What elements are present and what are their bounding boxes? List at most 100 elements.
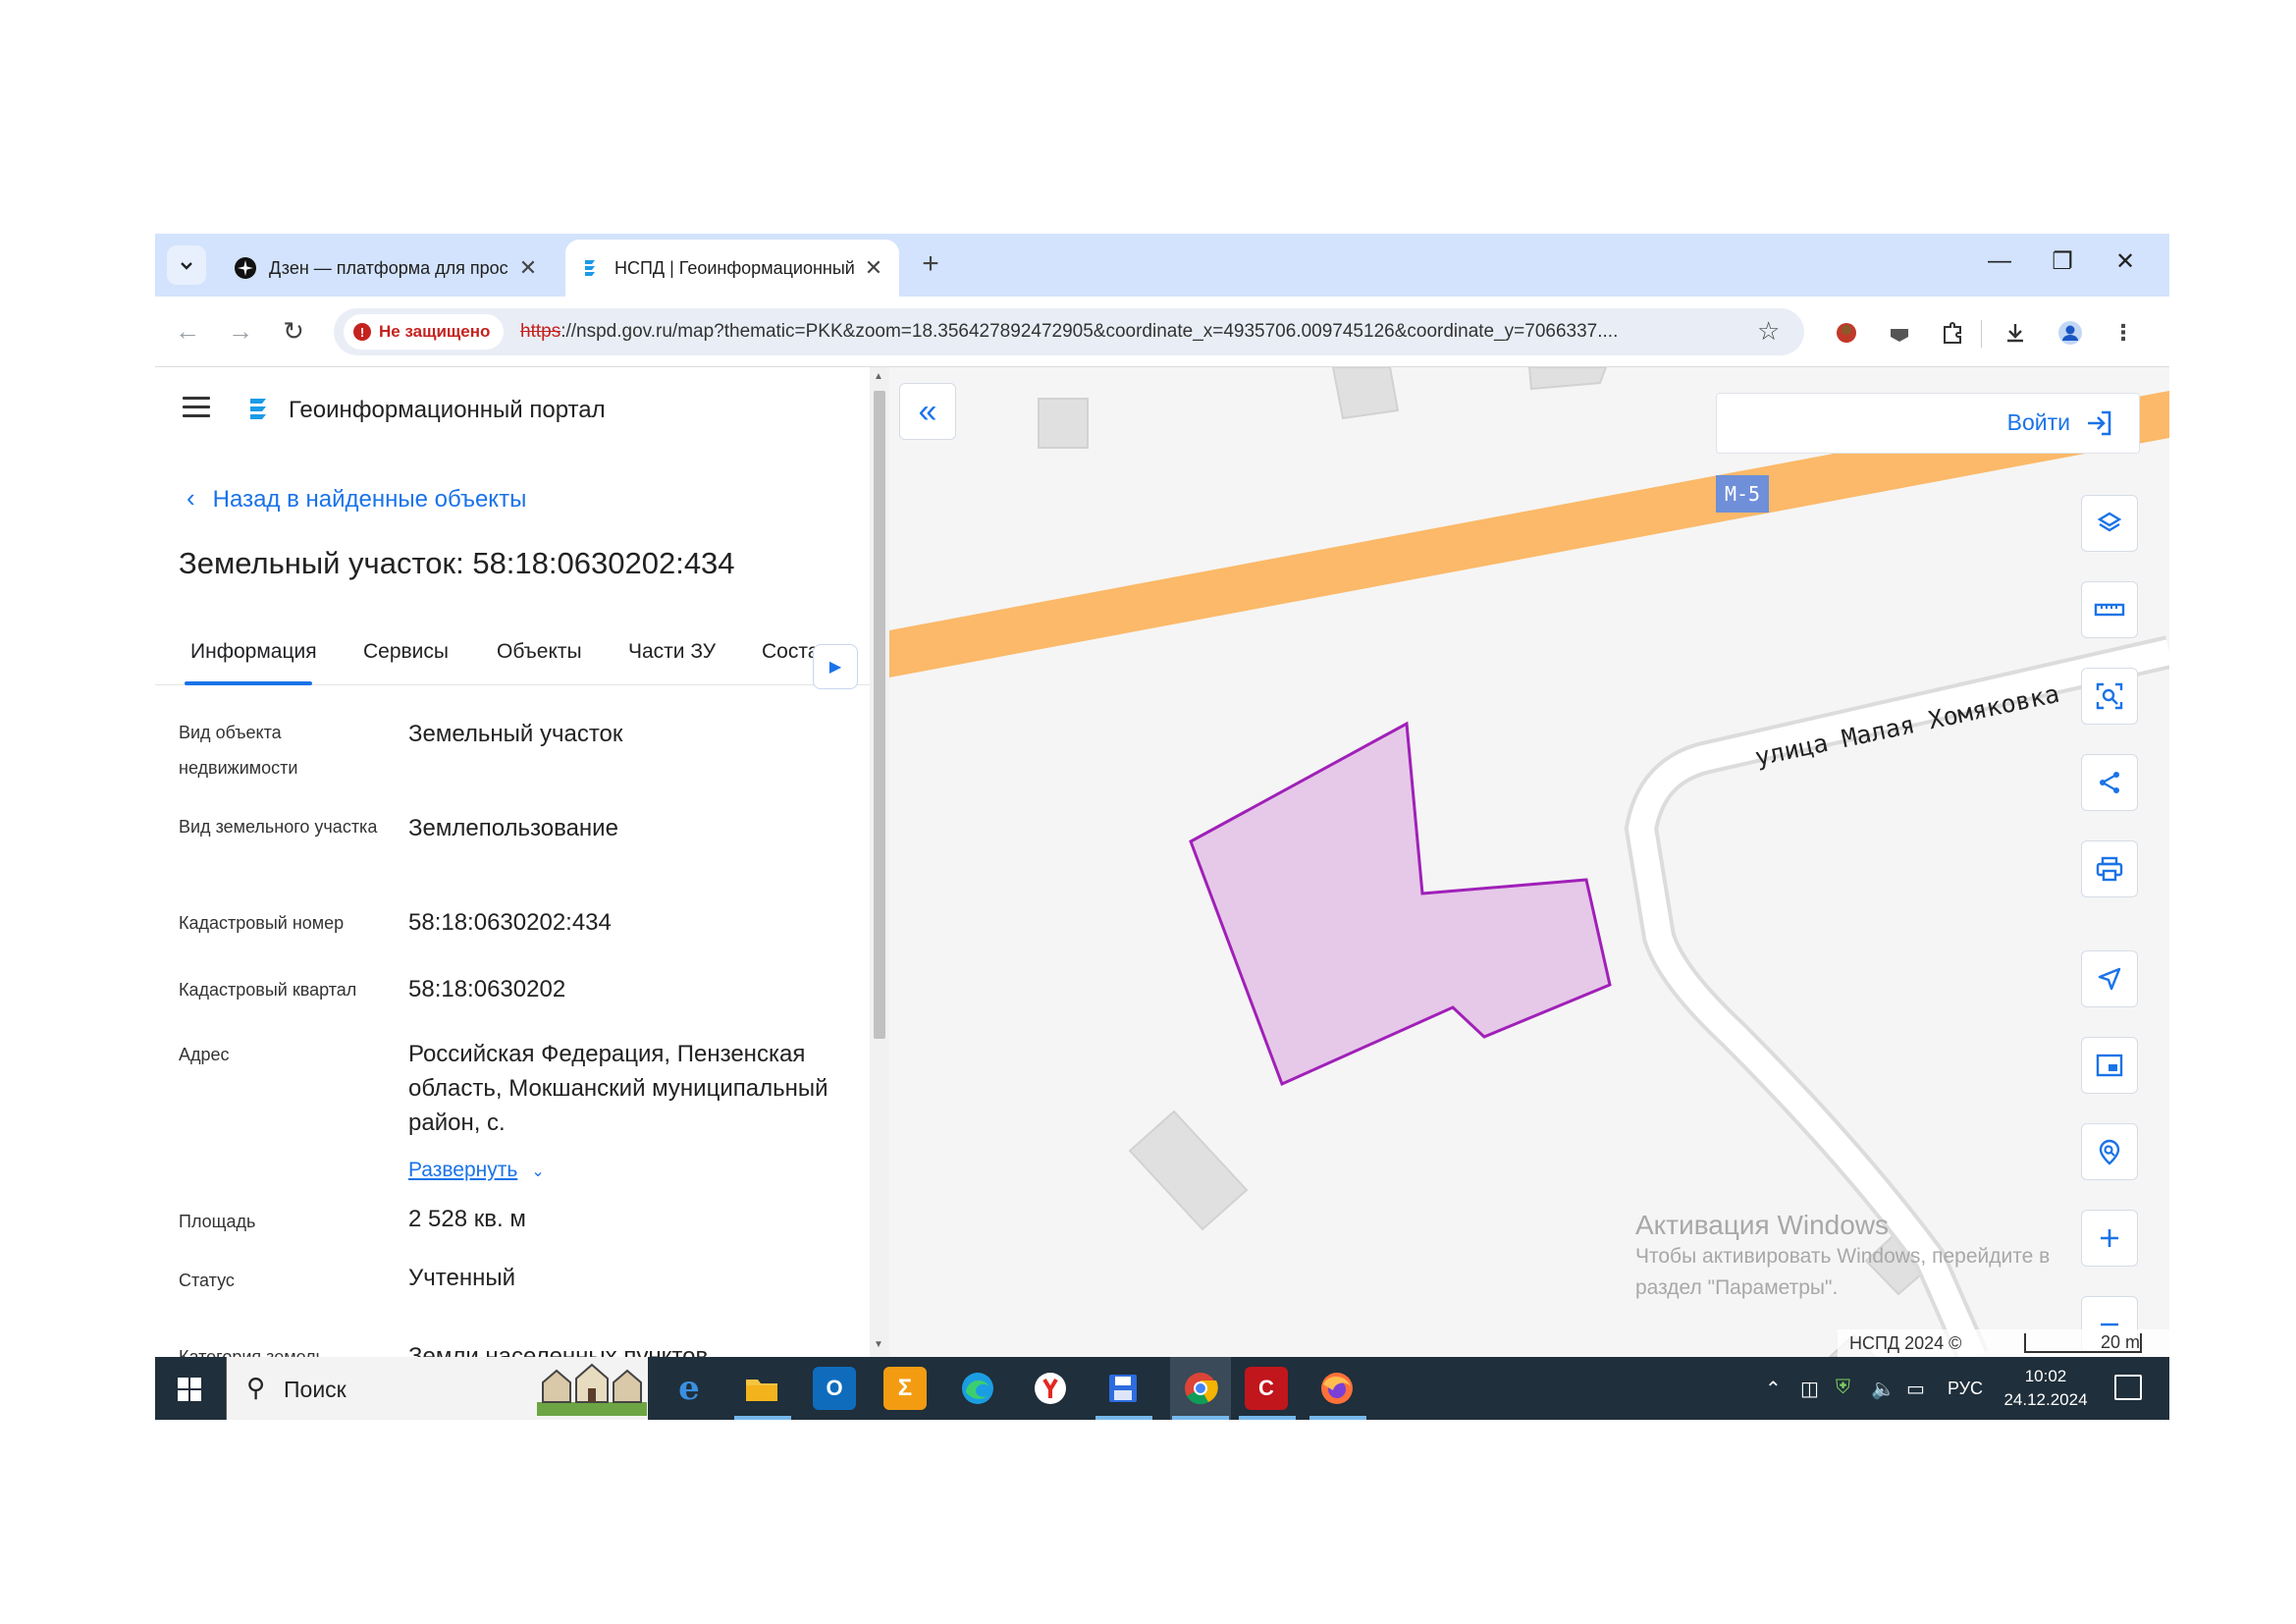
login-icon[interactable] <box>2084 407 2115 439</box>
restore-icon[interactable]: ❐ <box>2048 247 2077 276</box>
taskbar-search-box[interactable]: ⚲ Поиск <box>226 1357 648 1420</box>
building <box>1038 398 1089 449</box>
watermark-line: раздел "Параметры". <box>1635 1276 1839 1299</box>
security-chip[interactable]: ! Не защищено <box>344 314 505 350</box>
row-label: Статус <box>179 1271 235 1290</box>
plus-icon: + <box>922 247 939 280</box>
yandex-browser-icon[interactable] <box>1029 1367 1072 1410</box>
address-bar[interactable]: ! Не защищено https://nspd.gov.ru/map?th… <box>334 308 1804 355</box>
object-info-panel: Геоинформационный портал ‹ Назад в найден… <box>155 367 870 1357</box>
watermark-line: Чтобы активировать Windows, перейдите в <box>1635 1245 2051 1268</box>
layers-icon <box>2097 512 2122 532</box>
scroll-up-icon[interactable]: ▲ <box>874 371 883 382</box>
geo-search-button[interactable] <box>2081 1123 2138 1180</box>
outlook-icon[interactable]: O <box>813 1367 856 1410</box>
save-app-icon[interactable] <box>1101 1367 1145 1410</box>
browser-tab-nspd[interactable]: НСПД | Геоинформационный портал ✕ <box>565 240 899 297</box>
expand-address-link[interactable]: Развернуть ⌄ <box>408 1159 545 1182</box>
hamburger-menu-icon[interactable] <box>183 397 210 423</box>
collapse-panel-button[interactable]: « <box>899 383 956 440</box>
tab-objects[interactable]: Объекты <box>497 640 582 664</box>
extension-icon[interactable] <box>1832 318 1861 348</box>
notification-center-icon[interactable] <box>2114 1375 2142 1400</box>
layers-button[interactable] <box>2081 495 2138 552</box>
row-value: 2 528 кв. м <box>408 1206 526 1232</box>
minimap-icon <box>2096 1054 2123 1077</box>
tray-app-icon[interactable]: ◫ <box>1800 1377 1819 1401</box>
internet-explorer-icon[interactable]: e <box>667 1367 711 1410</box>
star-icon[interactable]: ☆ <box>1757 316 1780 347</box>
language-indicator[interactable]: РУС <box>1948 1379 1983 1399</box>
page-title: Земельный участок: 58:18:0630202:434 <box>179 546 735 580</box>
file-explorer-icon[interactable] <box>740 1367 783 1410</box>
firefox-icon[interactable] <box>1315 1367 1359 1410</box>
windows-taskbar: ⚲ Поиск e O Σ C ⌃ ◫ ⛨ 🔈 ▭ РУС 10:02 24.1… <box>155 1357 2169 1420</box>
back-to-results-link[interactable]: ‹ Назад в найденные объекты <box>187 483 526 514</box>
profile-icon[interactable] <box>2056 318 2085 348</box>
sigma-app-icon[interactable]: Σ <box>883 1367 927 1410</box>
row-label: Кадастровый номер <box>179 913 345 933</box>
area-search-icon <box>2096 682 2123 710</box>
area-select-button[interactable] <box>2081 668 2138 725</box>
download-icon[interactable] <box>2001 318 2030 348</box>
row-label: Площадь <box>179 1212 256 1231</box>
share-button[interactable] <box>2081 754 2138 811</box>
tab-title: НСПД | Геоинформационный портал <box>614 257 854 278</box>
close-icon[interactable]: ✕ <box>862 255 885 281</box>
new-tab-button[interactable]: + <box>913 247 948 281</box>
reload-icon[interactable]: ↻ <box>277 316 310 347</box>
search-highlight-houses-icon <box>537 1363 647 1416</box>
minimize-icon[interactable]: — <box>1985 247 2014 275</box>
extension-icon[interactable] <box>1885 318 1914 348</box>
portal-title: Геоинформационный портал <box>289 397 606 423</box>
map-view[interactable]: улица Малая Хомяковка « Войти M-5 Актива… <box>889 367 2169 1357</box>
windows-start-icon[interactable] <box>177 1377 202 1402</box>
zoom-in-button[interactable] <box>2081 1210 2138 1267</box>
tabs-scroll-right-button[interactable]: ▶ <box>813 644 858 689</box>
close-icon[interactable]: ✕ <box>516 255 540 281</box>
minimap-button[interactable] <box>2081 1037 2138 1094</box>
scrollbar-thumb[interactable] <box>874 391 885 1039</box>
ruler-icon <box>2094 603 2125 617</box>
windows-activation-watermark: Активация Windows Чтобы активировать Win… <box>1635 1210 2050 1304</box>
login-bar: Войти <box>1716 393 2140 454</box>
tab-composition[interactable]: Соста <box>762 640 819 664</box>
expand-label: Развернуть <box>408 1159 518 1181</box>
row-label: Кадастровый квартал <box>179 980 357 1000</box>
row-value: Земельный участок <box>408 721 623 747</box>
chevron-up-icon[interactable]: ⌃ <box>1765 1377 1782 1401</box>
network-icon[interactable]: ▭ <box>1906 1377 1925 1401</box>
chevron-left-icon: ‹ <box>187 483 195 513</box>
taskbar-clock[interactable]: 10:02 24.12.2024 <box>1997 1365 2095 1412</box>
menu-dots-icon[interactable]: ⋮ <box>2109 318 2138 348</box>
chevron-right-icon: ▶ <box>828 659 842 676</box>
window-close-icon[interactable]: ✕ <box>2110 247 2140 276</box>
url-text[interactable]: https://nspd.gov.ru/map?thematic=PKK&zoo… <box>520 321 1737 343</box>
row-value: 58:18:0630202 <box>408 976 566 1002</box>
map-canvas: улица Малая Хомяковка <box>889 367 2169 1357</box>
panel-tabs: Информация Сервисы Объекты Части ЗУ Сост… <box>155 624 870 689</box>
land-parcel <box>1189 721 1612 1087</box>
back-icon[interactable]: ← <box>171 316 204 347</box>
shield-icon[interactable]: ⛨ <box>1836 1377 1850 1399</box>
navigation-arrow-icon <box>2098 967 2121 991</box>
chrome-icon[interactable] <box>1170 1357 1231 1420</box>
print-button[interactable] <box>2081 840 2138 897</box>
tab-search-button[interactable] <box>167 245 206 285</box>
extensions-icon[interactable] <box>1938 318 1967 348</box>
scroll-down-icon[interactable]: ▼ <box>874 1339 883 1350</box>
forward-icon[interactable]: → <box>224 316 257 347</box>
security-label: Не защищено <box>379 322 491 341</box>
panel-scrollbar[interactable]: ▲ ▼ <box>870 367 889 1357</box>
volume-icon[interactable]: 🔈 <box>1871 1377 1896 1401</box>
tab-services[interactable]: Сервисы <box>363 640 449 664</box>
red-app-icon[interactable]: C <box>1245 1367 1288 1410</box>
building <box>1128 1110 1249 1231</box>
browser-tab-dzen[interactable]: Дзен — платформа для просмотра ✕ <box>220 240 554 297</box>
edge-icon[interactable] <box>956 1367 999 1410</box>
ruler-button[interactable] <box>2081 581 2138 638</box>
tab-parts[interactable]: Части ЗУ <box>628 640 716 664</box>
my-location-button[interactable] <box>2081 950 2138 1007</box>
login-button[interactable]: Войти <box>2007 409 2070 436</box>
tab-information[interactable]: Информация <box>190 640 317 664</box>
